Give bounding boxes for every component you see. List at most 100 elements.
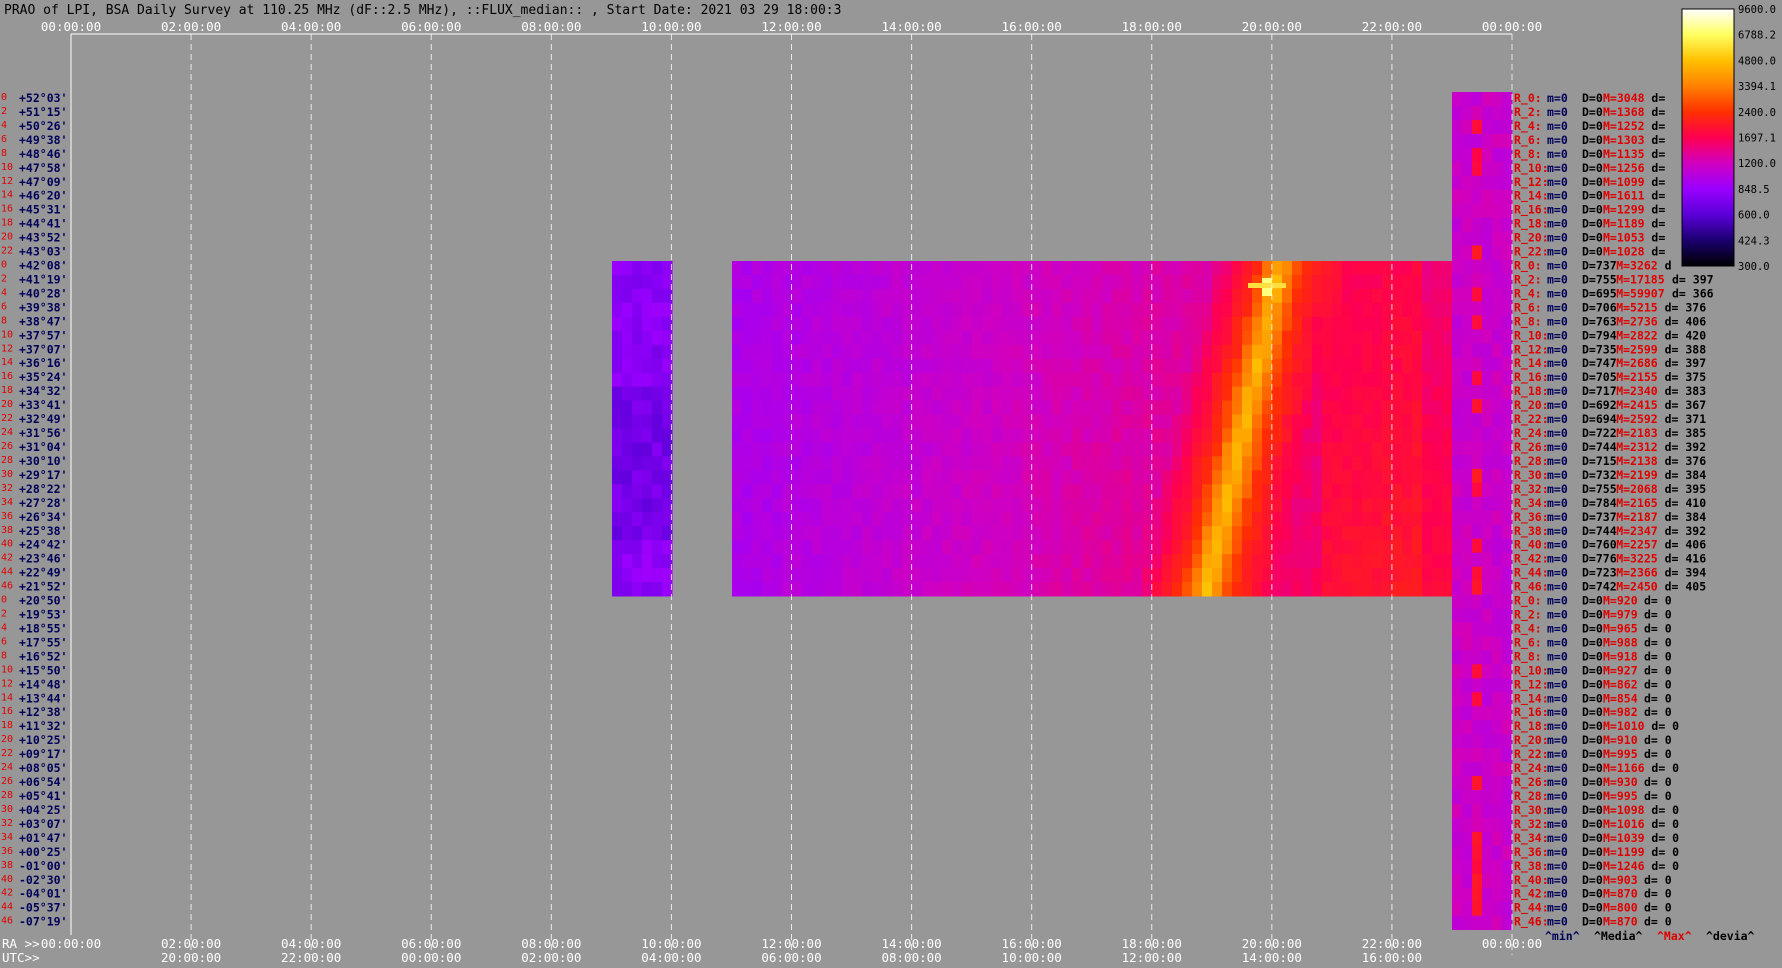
heatmap-cell — [1042, 330, 1053, 346]
heatmap-cell — [942, 372, 953, 388]
heatmap-cell — [1472, 510, 1483, 526]
stat-min: m=0 — [1547, 203, 1568, 217]
stat-max: M=5215 — [1616, 300, 1658, 314]
heatmap-cell — [1202, 330, 1213, 346]
heatmap-cell — [852, 512, 863, 527]
heatmap-cell — [1422, 484, 1433, 499]
heatmap-cell — [1482, 217, 1493, 232]
stat-max: M=1016 — [1603, 817, 1645, 831]
heatmap-cell — [1242, 330, 1253, 346]
heatmap-cell — [1312, 330, 1323, 346]
heatmap-cell — [762, 400, 773, 416]
heatmap-cell — [1502, 329, 1513, 344]
heatmap-cell — [1192, 358, 1203, 374]
heatmap-cell — [1152, 261, 1163, 276]
heatmap-cell — [1272, 414, 1283, 429]
heatmap-cell — [1102, 288, 1113, 304]
heatmap-cell — [1472, 413, 1483, 428]
heatmap-cell — [1432, 344, 1443, 360]
heatmap-cell — [752, 400, 763, 416]
heatmap-cell — [1012, 400, 1023, 416]
stat-median: D=755 — [1582, 272, 1617, 286]
stat-median: D=0 — [1582, 133, 1603, 147]
heatmap-cell — [972, 456, 983, 471]
heatmap-cell — [1342, 288, 1353, 304]
stat-dev: d= 0 — [1644, 901, 1672, 915]
stat-receiver: R_2: — [1514, 608, 1542, 623]
row-index-label: 22 — [1, 246, 13, 257]
heatmap-cell — [1462, 692, 1473, 707]
declination-label: +05°41' — [19, 789, 67, 803]
heatmap-cell — [1052, 456, 1063, 471]
heatmap-cell — [1382, 414, 1393, 429]
heatmap-cell — [972, 498, 983, 513]
heatmap-cell — [1332, 372, 1343, 388]
stat-dev: d= — [1651, 105, 1665, 119]
heatmap-cell — [832, 302, 843, 318]
heatmap-cell — [1462, 468, 1473, 484]
heatmap-cell — [792, 582, 803, 597]
heatmap-cell — [1442, 540, 1453, 555]
heatmap-cell — [1262, 498, 1273, 513]
heatmap-cell — [1192, 526, 1203, 541]
heatmap-cell — [942, 302, 953, 318]
heatmap-cell — [932, 498, 943, 513]
row-index-label: 20 — [1, 734, 13, 745]
heatmap-cell — [852, 428, 863, 443]
stat-max: M=2068 — [1616, 482, 1658, 496]
heatmap-cell — [1272, 302, 1283, 318]
heatmap-cell — [932, 302, 943, 318]
heatmap-cell — [1382, 302, 1393, 318]
stat-dev: d= 0 — [1644, 915, 1672, 929]
heatmap-cell — [1462, 678, 1473, 693]
heatmap-cell — [1152, 554, 1163, 569]
heatmap-cell — [1292, 288, 1303, 304]
heatmap-cell — [1002, 428, 1013, 443]
heatmap-cell — [1382, 540, 1393, 555]
heatmap-cell — [1252, 484, 1263, 499]
heatmap-cell — [1052, 344, 1063, 360]
heatmap-cell — [1152, 582, 1163, 597]
heatmap-cell — [1112, 568, 1123, 583]
heatmap-cell — [1192, 554, 1203, 569]
heatmap-cell — [1492, 259, 1503, 274]
stat-dev: d= 0 — [1644, 649, 1672, 663]
heatmap-cell — [1022, 582, 1033, 597]
ra-tick-label: 10:00:00 — [641, 936, 701, 951]
heatmap-cell — [622, 540, 633, 555]
heatmap-cell — [1472, 859, 1483, 875]
heatmap-cell — [842, 400, 853, 416]
stat-median: D=735 — [1582, 342, 1617, 356]
heatmap-cell — [1462, 287, 1473, 302]
heatmap-cell — [1472, 636, 1483, 651]
heatmap-cell — [1492, 887, 1503, 903]
heatmap-cell — [972, 261, 983, 276]
heatmap-cell — [652, 568, 663, 583]
heatmap-cell — [1252, 261, 1263, 276]
heatmap-cell — [1492, 636, 1503, 651]
heatmap-cell — [1462, 566, 1473, 581]
heatmap-cell — [982, 372, 993, 388]
heatmap-cell — [892, 554, 903, 569]
heatmap-cell — [882, 498, 893, 513]
heatmap-cell — [1412, 400, 1423, 416]
heatmap-cell — [1122, 470, 1133, 485]
heatmap-cell — [842, 386, 853, 402]
heatmap-cell — [632, 344, 643, 360]
heatmap-cell — [1492, 147, 1503, 163]
ra-tick-label: 18:00:00 — [1122, 936, 1182, 951]
heatmap-cell — [1332, 526, 1343, 541]
heatmap-cell — [1162, 414, 1173, 429]
heatmap-cell — [1292, 498, 1303, 513]
heatmap-cell — [1282, 358, 1293, 374]
heatmap-cell — [812, 540, 823, 555]
stat-max: M=1189 — [1603, 217, 1645, 231]
heatmap-cell — [1232, 442, 1243, 457]
stat-median: D=0 — [1582, 831, 1603, 845]
legend-min: ^min^ — [1545, 929, 1580, 943]
heatmap-cell — [1442, 512, 1453, 527]
stat-min: m=0 — [1547, 175, 1568, 189]
heatmap-cell — [632, 512, 643, 527]
heatmap-cell — [982, 442, 993, 457]
heatmap-cell — [802, 261, 813, 276]
